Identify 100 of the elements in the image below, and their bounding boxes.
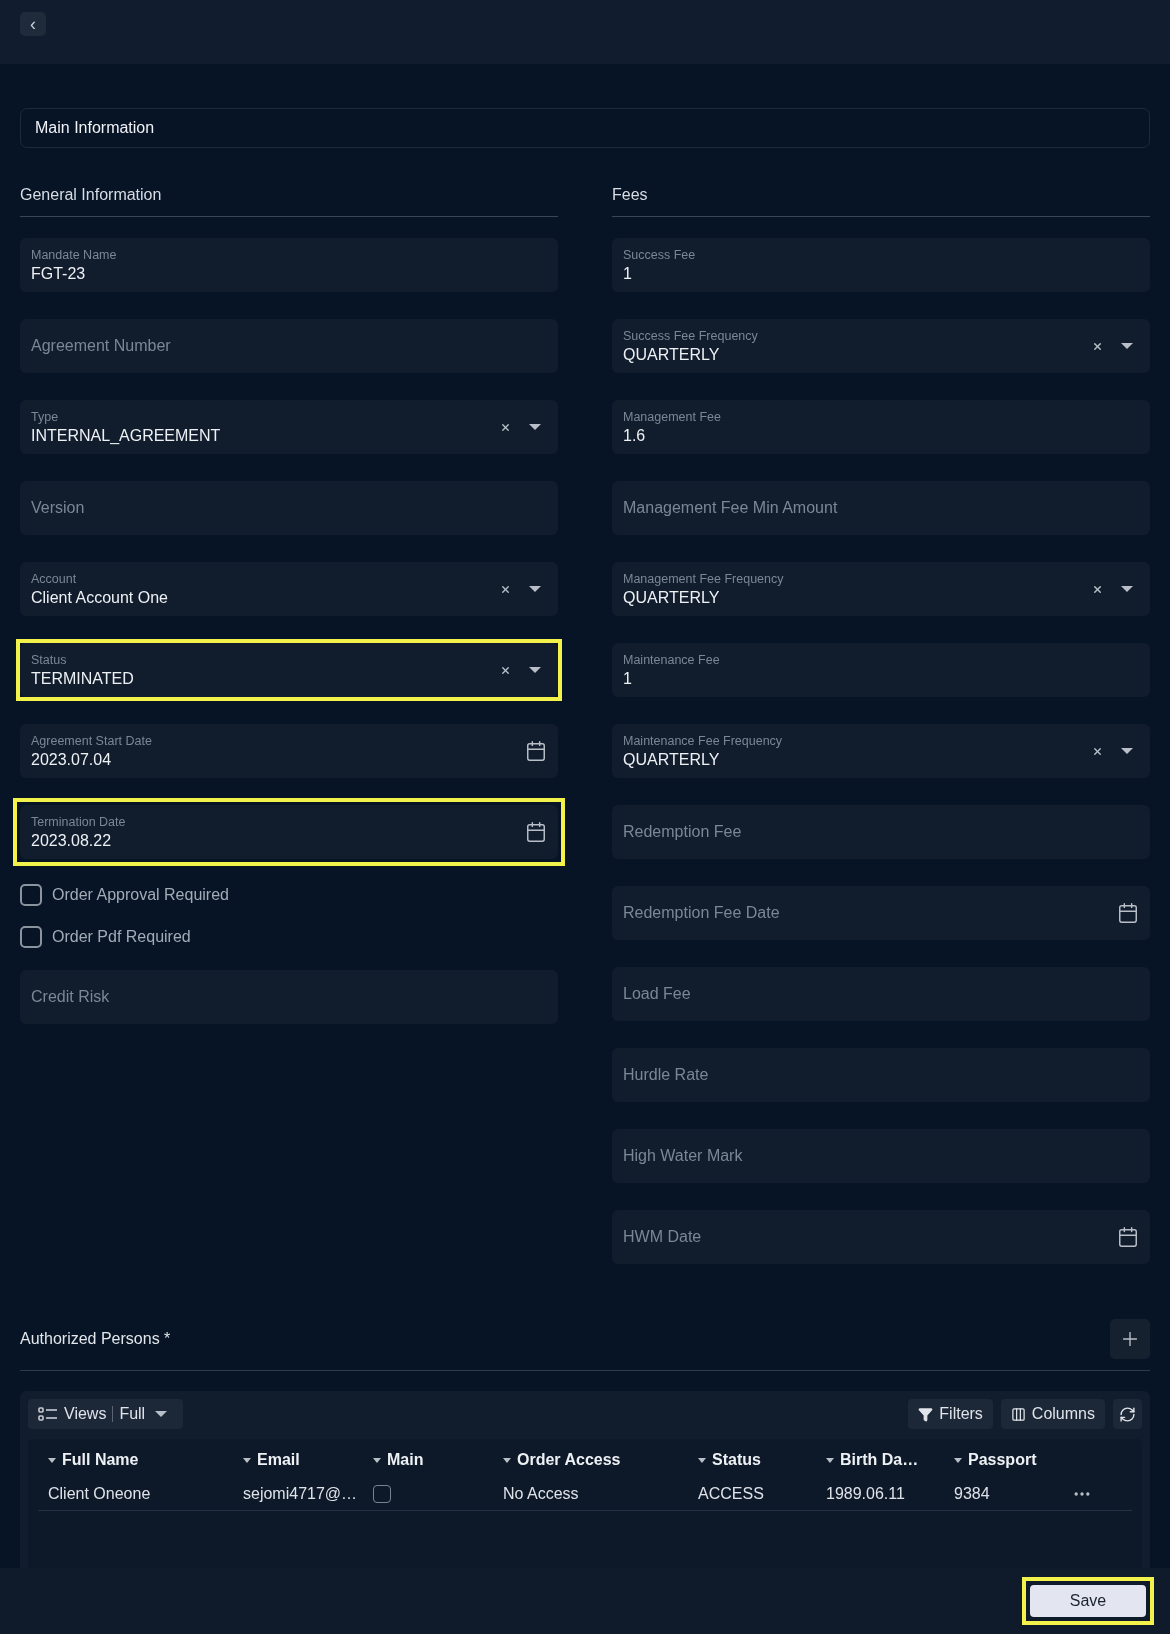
field-label: Maintenance Fee Frequency	[623, 733, 784, 748]
dropdown-caret-icon[interactable]	[529, 586, 541, 592]
column-header[interactable]: Birth Da…	[816, 1451, 944, 1469]
input-field[interactable]: Credit Risk	[20, 970, 558, 1024]
field-placeholder: Redemption Fee Date	[623, 904, 781, 922]
field-label: Success Fee	[623, 247, 697, 262]
select-field[interactable]: Maintenance Fee Frequency QUARTERLY	[612, 724, 1150, 778]
checkbox-option[interactable]: Order Approval Required	[20, 874, 558, 916]
field-value: QUARTERLY	[623, 750, 721, 769]
checkbox[interactable]	[373, 1484, 391, 1503]
field-placeholder: High Water Mark	[623, 1147, 744, 1165]
date-field[interactable]: HWM Date	[612, 1210, 1150, 1264]
columns-icon	[1010, 1406, 1026, 1422]
input-field[interactable]: Redemption Fee	[612, 805, 1150, 859]
field-placeholder: Redemption Fee	[623, 823, 743, 841]
field-value: 1.6	[623, 426, 647, 445]
column-header[interactable]: Full Name	[38, 1451, 233, 1469]
field-label: Maintenance Fee	[623, 652, 721, 667]
dropdown-caret-icon[interactable]	[529, 424, 541, 430]
add-button[interactable]	[1110, 1319, 1150, 1359]
field-label: Type	[31, 409, 60, 424]
clear-icon[interactable]	[500, 583, 511, 595]
checkbox[interactable]	[20, 926, 42, 948]
column-header[interactable]: Status	[688, 1451, 816, 1469]
date-field[interactable]: Redemption Fee Date	[612, 886, 1150, 940]
table-cell-text: ACCESS	[697, 1484, 765, 1503]
checkbox-option[interactable]: Order Pdf Required	[20, 916, 558, 958]
views-button[interactable]: Views Full	[28, 1399, 184, 1429]
input-field[interactable]: Maintenance Fee 1	[612, 643, 1150, 697]
field-placeholder: Hurdle Rate	[623, 1066, 710, 1084]
dropdown-caret-icon[interactable]	[529, 667, 541, 673]
clear-icon[interactable]	[1092, 583, 1103, 595]
clear-icon[interactable]	[500, 664, 511, 676]
filter-icon	[918, 1406, 934, 1422]
field-label: Status	[31, 652, 68, 667]
clear-icon[interactable]	[1092, 745, 1103, 757]
column-header[interactable]: Passport	[944, 1451, 1072, 1469]
field-value: INTERNAL_AGREEMENT	[31, 426, 222, 445]
calendar-icon[interactable]	[525, 740, 547, 762]
dropdown-caret-icon[interactable]	[1121, 748, 1133, 754]
section-tab[interactable]: Main Information	[20, 108, 1150, 148]
calendar-icon[interactable]	[1117, 902, 1139, 924]
input-field[interactable]: Management Fee Min Amount	[612, 481, 1150, 535]
field-value: TERMINATED	[31, 669, 135, 688]
table-cell-text: 9384	[953, 1484, 991, 1503]
table-cell-text: Client Oneone	[47, 1484, 152, 1503]
field-placeholder: HWM Date	[623, 1228, 703, 1246]
dropdown-caret-icon[interactable]	[1121, 343, 1133, 349]
calendar-icon[interactable]	[525, 821, 547, 843]
field-label: Management Fee	[623, 409, 722, 424]
input-field[interactable]: Mandate Name FGT-23	[20, 238, 558, 292]
field-label: Agreement Start Date	[31, 733, 153, 748]
section-heading: Authorized Persons *	[20, 1330, 171, 1348]
filters-button[interactable]: Filters	[908, 1399, 993, 1429]
dropdown-caret-icon	[155, 1411, 168, 1417]
column-header[interactable]: Email	[233, 1451, 363, 1469]
date-field[interactable]: Agreement Start Date 2023.07.04	[20, 724, 558, 778]
clear-icon[interactable]	[1092, 340, 1103, 352]
input-field[interactable]: Agreement Number	[20, 319, 558, 373]
field-label: Account	[31, 571, 78, 586]
field-value: Client Account One	[31, 588, 169, 607]
section-heading: General Information	[20, 186, 558, 217]
checkbox-label: Order Pdf Required	[52, 928, 191, 946]
date-field[interactable]: Termination Date 2023.08.22	[20, 805, 558, 859]
field-placeholder: Version	[31, 499, 86, 517]
field-value: 2023.08.22	[31, 831, 113, 850]
input-field[interactable]: Load Fee	[612, 967, 1150, 1021]
field-value: 2023.07.04	[31, 750, 113, 769]
list-icon	[38, 1407, 58, 1421]
save-button[interactable]: Save	[1030, 1585, 1146, 1617]
field-label: Management Fee Frequency	[623, 571, 785, 586]
select-field[interactable]: Type INTERNAL_AGREEMENT	[20, 400, 558, 454]
input-field[interactable]: High Water Mark	[612, 1129, 1150, 1183]
dropdown-caret-icon[interactable]	[1121, 586, 1133, 592]
refresh-button[interactable]	[1113, 1399, 1142, 1429]
input-field[interactable]: Management Fee 1.6	[612, 400, 1150, 454]
input-field[interactable]: Success Fee 1	[612, 238, 1150, 292]
select-field[interactable]: Management Fee Frequency QUARTERLY	[612, 562, 1150, 616]
calendar-icon[interactable]	[1117, 1226, 1139, 1248]
field-label: Success Fee Frequency	[623, 328, 759, 343]
table-cell-text: No Access	[502, 1484, 580, 1503]
section-heading: Fees	[612, 186, 1150, 217]
back-button[interactable]: ‹	[20, 12, 46, 36]
checkbox-label: Order Approval Required	[52, 886, 229, 904]
field-placeholder: Credit Risk	[31, 988, 111, 1006]
columns-button[interactable]: Columns	[1000, 1399, 1105, 1429]
clear-icon[interactable]	[500, 421, 511, 433]
input-field[interactable]: Version	[20, 481, 558, 535]
column-header[interactable]: Order Access	[493, 1451, 688, 1469]
field-value: QUARTERLY	[623, 345, 721, 364]
input-field[interactable]: Hurdle Rate	[612, 1048, 1150, 1102]
select-field[interactable]: Account Client Account One	[20, 562, 558, 616]
column-header[interactable]: Main	[363, 1451, 493, 1469]
refresh-icon	[1119, 1405, 1136, 1423]
field-placeholder: Agreement Number	[31, 337, 172, 355]
field-placeholder: Management Fee Min Amount	[623, 499, 839, 517]
select-field[interactable]: Success Fee Frequency QUARTERLY	[612, 319, 1150, 373]
checkbox[interactable]	[20, 884, 42, 906]
select-field[interactable]: Status TERMINATED	[20, 643, 558, 697]
table-cell-text: 1989.06.11	[825, 1484, 906, 1503]
